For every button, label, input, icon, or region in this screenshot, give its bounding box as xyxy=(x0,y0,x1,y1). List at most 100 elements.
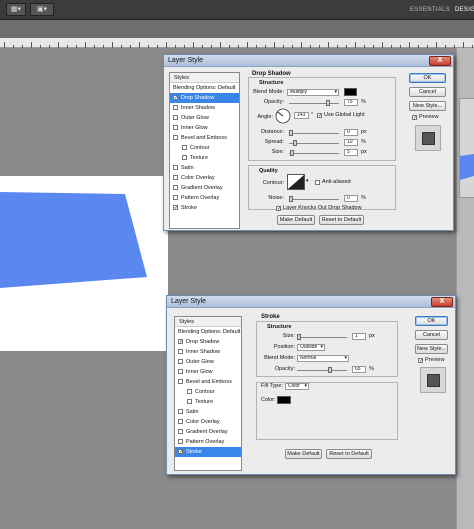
spread-field[interactable]: 10 xyxy=(344,139,358,146)
style-item-inner-glow[interactable]: Inner Glow xyxy=(170,123,239,133)
screen-mode-button[interactable]: ▣▾ xyxy=(30,3,54,16)
contour-dropdown-arrow[interactable]: ▾ xyxy=(306,178,309,185)
make-default-button[interactable]: Make Default xyxy=(277,215,315,225)
stroke-opacity-field[interactable]: 65 xyxy=(352,366,366,373)
stroke-size-field[interactable]: 1 xyxy=(352,333,366,340)
shadow-color-swatch[interactable] xyxy=(344,88,357,96)
stroke-size-slider[interactable] xyxy=(297,334,347,340)
style-item-blending-options-default[interactable]: Blending Options: Default xyxy=(170,83,239,93)
distance-slider[interactable] xyxy=(289,130,339,136)
stroke-opacity-thumb[interactable] xyxy=(328,367,332,373)
style-checkbox[interactable] xyxy=(173,115,178,120)
style-item-outer-glow[interactable]: Outer Glow xyxy=(170,113,239,123)
style-item-inner-shadow[interactable]: Inner Shadow xyxy=(170,103,239,113)
noise-field[interactable]: 0 xyxy=(344,195,358,202)
noise-thumb[interactable] xyxy=(289,196,293,202)
style-item-inner-glow[interactable]: Inner Glow xyxy=(175,367,241,377)
style-item-bevel-and-emboss[interactable]: Bevel and Emboss xyxy=(175,377,241,387)
contour-picker[interactable] xyxy=(287,174,305,190)
style-checkbox[interactable] xyxy=(187,399,192,404)
style-checkbox[interactable] xyxy=(173,195,178,200)
style-checkbox[interactable] xyxy=(178,379,183,384)
style-item-stroke[interactable]: ✓ Stroke xyxy=(175,447,241,457)
stroke-size-thumb[interactable] xyxy=(297,334,301,340)
size-thumb[interactable] xyxy=(290,150,294,156)
opacity-slider[interactable] xyxy=(289,100,339,106)
style-item-inner-shadow[interactable]: Inner Shadow xyxy=(175,347,241,357)
style-checkbox[interactable] xyxy=(178,439,183,444)
workspace-design[interactable]: DESIG xyxy=(455,5,474,16)
new-style-button[interactable]: New Style... xyxy=(415,344,448,354)
arrange-documents-button[interactable]: ▦▾ xyxy=(6,3,26,16)
size-field[interactable]: 5 xyxy=(344,149,358,156)
style-item-color-overlay[interactable]: Color Overlay xyxy=(170,173,239,183)
style-item-blending-options-default[interactable]: Blending Options: Default xyxy=(175,327,241,337)
style-checkbox[interactable] xyxy=(173,135,178,140)
style-item-satin[interactable]: Satin xyxy=(175,407,241,417)
distance-field[interactable]: 0 xyxy=(344,129,358,136)
style-checkbox[interactable] xyxy=(173,105,178,110)
preview-checkbox[interactable]: ✓ xyxy=(418,358,423,364)
style-item-drop-shadow[interactable]: ✓ Drop Shadow xyxy=(175,337,241,347)
style-checkbox[interactable] xyxy=(187,389,192,394)
spread-slider[interactable] xyxy=(289,140,339,146)
reset-to-default-button[interactable]: Reset to Default xyxy=(326,449,372,459)
angle-dial[interactable] xyxy=(275,108,291,124)
style-checkbox[interactable] xyxy=(173,175,178,180)
style-checkbox[interactable]: ✓ xyxy=(178,449,183,455)
style-checkbox[interactable]: ✓ xyxy=(173,95,178,101)
spread-thumb[interactable] xyxy=(293,140,297,146)
style-item-texture[interactable]: Texture xyxy=(170,153,239,163)
style-checkbox[interactable] xyxy=(173,165,178,170)
stroke-opacity-slider[interactable] xyxy=(297,367,347,373)
fill-type-select[interactable]: Color xyxy=(285,383,309,390)
style-item-pattern-overlay[interactable]: Pattern Overlay xyxy=(170,193,239,203)
style-checkbox[interactable] xyxy=(182,145,187,150)
style-checkbox[interactable] xyxy=(178,409,183,414)
style-checkbox[interactable] xyxy=(173,125,178,130)
knockout-checkbox[interactable]: ✓ xyxy=(276,206,281,212)
use-global-light-checkbox[interactable]: ✓ xyxy=(317,113,322,119)
size-slider[interactable] xyxy=(289,150,339,156)
style-item-contour[interactable]: Contour xyxy=(175,387,241,397)
blend-mode-select[interactable]: Multiply xyxy=(287,89,339,96)
style-checkbox[interactable] xyxy=(178,369,183,374)
style-checkbox[interactable] xyxy=(178,419,183,424)
reset-to-default-button[interactable]: Reset to Default xyxy=(319,215,364,225)
blend-mode-select[interactable]: Normal xyxy=(297,355,349,362)
style-item-outer-glow[interactable]: Outer Glow xyxy=(175,357,241,367)
cancel-button[interactable]: Cancel xyxy=(415,330,448,340)
style-checkbox[interactable] xyxy=(173,185,178,190)
style-checkbox[interactable] xyxy=(178,359,183,364)
stroke-color-swatch[interactable] xyxy=(277,396,291,404)
close-button[interactable]: X xyxy=(429,56,451,66)
make-default-button[interactable]: Make Default xyxy=(285,449,322,459)
style-item-color-overlay[interactable]: Color Overlay xyxy=(175,417,241,427)
opacity-thumb[interactable] xyxy=(326,100,330,106)
style-checkbox[interactable] xyxy=(182,155,187,160)
distance-thumb[interactable] xyxy=(289,130,293,136)
styles-header[interactable]: Styles xyxy=(175,317,241,327)
ok-button[interactable]: OK xyxy=(415,316,448,326)
style-checkbox[interactable]: ✓ xyxy=(173,205,178,211)
style-item-gradient-overlay[interactable]: Gradient Overlay xyxy=(175,427,241,437)
anti-aliased-checkbox[interactable] xyxy=(315,180,320,185)
style-item-bevel-and-emboss[interactable]: Bevel and Emboss xyxy=(170,133,239,143)
style-checkbox[interactable] xyxy=(178,429,183,434)
noise-slider[interactable] xyxy=(289,196,339,202)
style-item-texture[interactable]: Texture xyxy=(175,397,241,407)
position-select[interactable]: Outside xyxy=(297,344,325,351)
style-item-pattern-overlay[interactable]: Pattern Overlay xyxy=(175,437,241,447)
preview-checkbox[interactable]: ✓ xyxy=(412,115,417,121)
close-button[interactable]: X xyxy=(431,297,453,307)
opacity-field[interactable]: 75 xyxy=(344,99,358,106)
style-checkbox[interactable] xyxy=(178,349,183,354)
ok-button[interactable]: OK xyxy=(409,73,446,83)
cancel-button[interactable]: Cancel xyxy=(409,87,446,97)
style-item-gradient-overlay[interactable]: Gradient Overlay xyxy=(170,183,239,193)
workspace-essentials[interactable]: ESSENTIALS xyxy=(410,5,450,16)
style-item-satin[interactable]: Satin xyxy=(170,163,239,173)
style-item-contour[interactable]: Contour xyxy=(170,143,239,153)
style-item-stroke[interactable]: ✓ Stroke xyxy=(170,203,239,213)
style-item-drop-shadow[interactable]: ✓ Drop Shadow xyxy=(170,93,239,103)
